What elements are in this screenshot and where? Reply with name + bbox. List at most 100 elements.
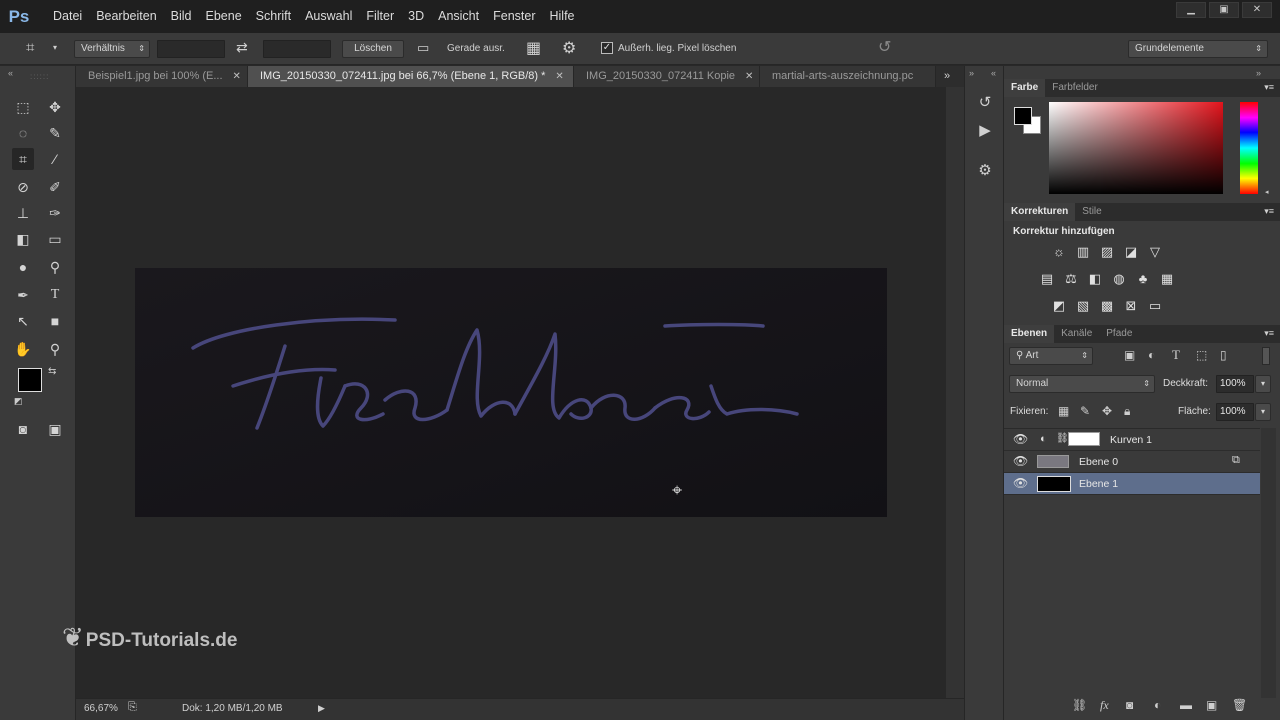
lock-transparency-icon[interactable]: ▦ (1058, 404, 1069, 418)
filter-type-icon[interactable]: T (1172, 347, 1180, 363)
fill-dropdown[interactable]: ▾ (1255, 403, 1271, 421)
menu-bearbeiten[interactable]: Bearbeiten (89, 0, 163, 33)
channel-mixer-icon[interactable]: ♣ (1134, 270, 1152, 288)
swap-colors-icon[interactable]: ⇆ (48, 366, 56, 377)
hue-slider[interactable] (1240, 102, 1258, 194)
ratio-width-input[interactable] (157, 40, 225, 58)
fx-icon[interactable]: fx (1100, 698, 1109, 713)
ratio-select[interactable]: Verhältnis ⇕ (74, 40, 150, 58)
tab-farbe[interactable]: Farbe (1004, 79, 1046, 97)
tab-farbfelder[interactable]: Farbfelder (1045, 79, 1105, 97)
grid-overlay-icon[interactable]: ▦ (526, 38, 541, 58)
selective-color-icon[interactable]: ⊠ (1122, 297, 1140, 315)
lock-all-icon[interactable]: 🔒︎ (1124, 404, 1130, 419)
text-tool-icon[interactable]: T (44, 284, 66, 306)
grip-icon[interactable]: :::::: (30, 72, 49, 81)
collapse-icon[interactable]: » (969, 68, 974, 78)
foreground-color-swatch[interactable] (18, 368, 42, 392)
layer-row-ebene-0[interactable]: 👁︎ Ebene 0 ⧉ (1004, 451, 1260, 473)
tab-stile[interactable]: Stile (1075, 203, 1108, 221)
hand-tool-icon[interactable]: ✋ (12, 338, 34, 360)
gradient-tool-icon[interactable]: ▭ (44, 228, 66, 250)
delete-pixels-checkbox[interactable]: ✓ (601, 42, 613, 54)
quick-mask-icon[interactable]: ◙ (12, 418, 34, 440)
blend-mode-select[interactable]: Normal ⇕ (1009, 375, 1155, 393)
close-icon[interactable]: ✕ (233, 66, 241, 87)
swap-icon[interactable]: ⇄ (236, 39, 248, 56)
color-balance-icon[interactable]: ⚖ (1062, 270, 1080, 288)
close-icon[interactable]: ✕ (745, 66, 753, 87)
ratio-height-input[interactable] (263, 40, 331, 58)
filter-pixel-icon[interactable]: ▣ (1124, 348, 1135, 362)
menu-hilfe[interactable]: Hilfe (543, 0, 582, 33)
eye-icon[interactable]: 👁︎ (1013, 454, 1028, 468)
expand-icon[interactable]: « (991, 68, 996, 78)
screen-mode-icon[interactable]: ▣ (44, 418, 66, 440)
opacity-dropdown[interactable]: ▾ (1255, 375, 1271, 393)
workspace-select[interactable]: Grundelemente ⇕ (1128, 40, 1268, 58)
layers-scrollbar[interactable] (1261, 428, 1276, 698)
reset-icon[interactable]: ↺ (878, 37, 891, 57)
more-tabs-icon[interactable]: » (936, 66, 950, 87)
healing-brush-icon[interactable]: ⊘ (12, 176, 34, 198)
add-mask-icon[interactable]: ◙ (1126, 698, 1133, 712)
menu-3d[interactable]: 3D (401, 0, 431, 33)
crop-tool-preset-icon[interactable]: ⌗ (26, 39, 34, 56)
vertical-scrollbar[interactable] (946, 87, 964, 698)
properties-icon[interactable]: ⚙ (973, 160, 997, 182)
document-image[interactable] (135, 268, 887, 517)
panel-menu-icon[interactable]: ▾≡ (1264, 328, 1274, 339)
new-group-icon[interactable]: ▬ (1180, 698, 1192, 712)
close-icon[interactable]: ✕ (555, 66, 563, 87)
path-select-icon[interactable]: ↖ (12, 310, 34, 332)
black-white-icon[interactable]: ◧ (1086, 270, 1104, 288)
levels-icon[interactable]: ▥ (1074, 243, 1092, 261)
menu-filter[interactable]: Filter (359, 0, 401, 33)
lasso-tool-icon[interactable]: ◌ (12, 122, 34, 144)
eraser-tool-icon[interactable]: ◧ (12, 228, 34, 250)
layer-row-kurven-1[interactable]: 👁︎ ◐ ⛓ Kurven 1 (1004, 429, 1260, 451)
eye-icon[interactable]: 👁︎ (1013, 476, 1028, 490)
layer-filter-select[interactable]: ⚲ Art ⇕ (1009, 347, 1093, 365)
actions-play-icon[interactable]: ▶ (973, 120, 997, 142)
tab-ebenen[interactable]: Ebenen (1004, 325, 1055, 343)
zoom-tool-icon[interactable]: ⚲ (44, 338, 66, 360)
menu-schrift[interactable]: Schrift (249, 0, 298, 33)
eye-icon[interactable]: 👁︎ (1013, 432, 1028, 446)
lock-pixels-icon[interactable]: ✎ (1080, 404, 1090, 418)
trash-icon[interactable]: 🗑︎ (1232, 698, 1247, 712)
menu-datei[interactable]: Datei (46, 0, 89, 33)
filter-smart-icon[interactable]: ▯ (1220, 348, 1227, 362)
gradient-map-icon[interactable]: ▭ (1146, 297, 1164, 315)
restore-button[interactable]: ▣ (1209, 2, 1239, 18)
posterize-icon[interactable]: ▧ (1074, 297, 1092, 315)
tab-beispiel1[interactable]: Beispiel1.jpg bei 100% (E... ✕ (76, 66, 248, 87)
pen-tool-icon[interactable]: ✒ (12, 284, 34, 306)
tab-img-active[interactable]: IMG_20150330_072411.jpg bei 66,7% (Ebene… (248, 66, 574, 87)
threshold-icon[interactable]: ▩ (1098, 297, 1116, 315)
filter-shape-icon[interactable]: ⬚ (1196, 348, 1207, 362)
color-panel-foreground[interactable] (1014, 107, 1032, 125)
fill-input[interactable]: 100% (1216, 403, 1254, 421)
dodge-tool-icon[interactable]: ⚲ (44, 256, 66, 278)
close-button[interactable]: ✕ (1242, 2, 1272, 18)
chevron-down-icon[interactable]: ▾ (53, 43, 57, 52)
collapse-icon[interactable]: « (8, 68, 13, 78)
tab-pfade[interactable]: Pfade (1099, 325, 1139, 343)
filter-adjustment-icon[interactable]: ◐ (1148, 348, 1155, 362)
history-icon[interactable]: ↺ (973, 92, 997, 114)
link-layers-icon[interactable]: ⛓ (1072, 698, 1087, 712)
color-field[interactable] (1049, 102, 1223, 194)
history-brush-icon[interactable]: ✑ (44, 202, 66, 224)
zoom-level[interactable]: 66,67% (84, 703, 118, 714)
collapse-panels-icon[interactable]: » (1256, 68, 1261, 78)
quick-select-tool-icon[interactable]: ✎ (44, 122, 66, 144)
shape-tool-icon[interactable]: ■ (44, 310, 66, 332)
crop-tool-icon[interactable]: ⌗ (12, 148, 34, 170)
menu-auswahl[interactable]: Auswahl (298, 0, 359, 33)
invert-icon[interactable]: ◩ (1050, 297, 1068, 315)
menu-ebene[interactable]: Ebene (199, 0, 249, 33)
default-colors-icon[interactable]: ◩ (14, 396, 23, 407)
new-adjustment-icon[interactable]: ◐ (1154, 698, 1161, 712)
minimize-button[interactable]: ▁ (1176, 2, 1206, 18)
